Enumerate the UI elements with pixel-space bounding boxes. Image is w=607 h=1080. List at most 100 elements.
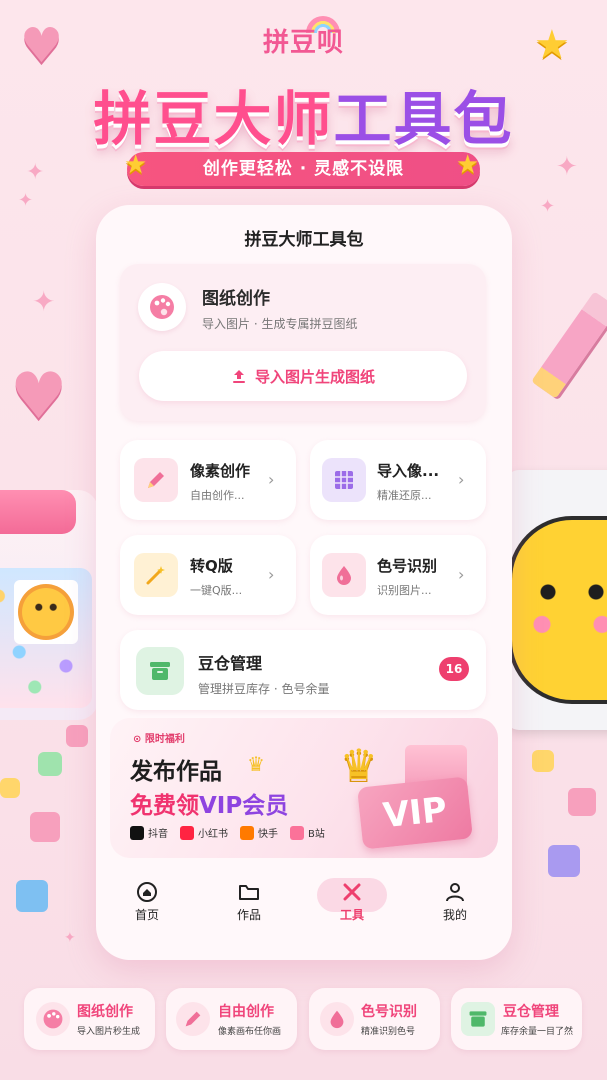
platform-label: B站 [308,829,325,840]
sparkle-icon: ✦ [540,196,556,217]
tile-title: 导入像... [377,462,440,480]
tab-works[interactable]: 作品 [214,878,284,940]
brand-logo: 拼豆呗 [262,28,344,58]
sparkle-icon: ✦ [64,930,76,946]
sparkle-icon: ✦ [556,152,578,182]
promo-offer-part: 免费领 [130,793,199,819]
xiaohongshu-icon [180,825,194,840]
star-icon: ★ [456,150,480,180]
bilibili-icon [290,825,304,840]
chevron-right-icon: › [458,565,465,584]
tile-subtitle: 精准还原... [377,489,432,502]
chevron-right-icon: › [458,470,465,489]
color-drop-icon [322,553,366,597]
page-title: 拼豆大师工具包 [0,72,607,156]
chick-bead-art [512,520,607,700]
tab-label: 作品 [236,908,261,922]
promo-offer: 免费领VIP会员 [130,786,288,820]
pencil-icon [176,1002,210,1036]
user-icon [420,878,490,906]
tile-title: 色号识别 [377,557,438,575]
feature-title: 豆仓管理 [503,1004,559,1020]
kuaishou-icon [240,825,254,840]
tools-icon [317,878,387,906]
smiley-bead-art [14,580,78,644]
tile-subtitle: 识别图片... [377,584,432,597]
palette-icon [138,283,186,331]
feature-title: 自由创作 [218,1004,274,1020]
platform-label: 小红书 [198,829,228,840]
storage-count-badge: 16 [439,657,469,681]
bead-cube-icon [30,812,60,842]
platform-label: 抖音 [148,829,168,840]
clock-icon: ⊙ [133,734,142,745]
tab-profile[interactable]: 我的 [420,878,490,940]
pencil-icon [134,458,178,502]
storage-box-icon [136,647,184,695]
gold-crown-icon: ♛ [340,740,378,789]
bead-cube-icon [548,845,580,877]
platform-label: 快手 [258,829,278,840]
platform-bilibili[interactable]: B站 [290,825,325,840]
pixel-heart-icon: ♥ [10,360,68,434]
poster-canvas: ♥ ♥ ★ ✦ ✦ ✦ ✦ ✦ ✦ 拼豆呗 拼豆大师工具包 创作更轻松 · 灵感… [0,0,607,1080]
platform-list: 抖音 小红书 快手 B站 [130,825,325,840]
bead-cube-icon [0,778,20,798]
feature-subtitle: 导入图片秒生成 [77,1027,141,1037]
star-icon: ★ [124,150,148,180]
home-icon [112,878,182,906]
bead-cube-icon [66,725,88,747]
tagline-banner: 创作更轻松 · 灵感不设限 [127,152,480,186]
storage-title: 豆仓管理 [198,654,263,673]
promo-tag-label: 限时福利 [144,734,185,745]
feature-subtitle: 库存余量一目了然 [501,1027,574,1037]
bead-jar-lid [0,490,76,534]
tile-subtitle: 自由创作... [190,489,245,502]
screen-title: 拼豆大师工具包 [244,230,364,250]
hero-title: 图纸创作 [202,289,270,309]
palette-icon [36,1002,70,1036]
folder-icon [214,878,284,906]
title-part-purple: 工具包 [333,85,514,153]
tab-label: 首页 [134,908,159,922]
crown-icon: ♛ [247,752,265,776]
import-image-button[interactable]: 导入图片生成图纸 [139,351,467,401]
tile-subtitle: 一键Q版... [190,584,243,597]
upload-icon [232,370,245,383]
tile-title: 转Q版 [190,557,233,575]
title-part-pink: 拼豆大师 [93,85,334,153]
tab-label: 我的 [442,908,467,922]
storage-box-icon [461,1002,495,1036]
douyin-icon [130,825,144,840]
grid-icon [322,458,366,502]
bead-cube-icon [568,788,596,816]
magic-wand-icon [134,553,178,597]
tab-label: 工具 [339,908,364,922]
feature-subtitle: 像素画布任你画 [218,1027,282,1037]
import-image-button-label: 导入图片生成图纸 [254,367,375,386]
platform-xiaohongshu[interactable]: 小红书 [180,825,228,840]
promo-tag: ⊙ 限时福利 [133,730,185,745]
bead-cube-icon [16,880,48,912]
chevron-right-icon: › [268,565,275,584]
sparkle-icon: ✦ [26,160,45,185]
platform-douyin[interactable]: 抖音 [130,825,168,840]
hero-subtitle: 导入图片 · 生成专属拼豆图纸 [202,317,358,331]
feature-title: 色号识别 [361,1004,417,1020]
bead-cube-icon [38,752,62,776]
promo-headline: 发布作品 [130,759,222,785]
feature-title: 图纸创作 [77,1004,133,1020]
tab-tools[interactable]: 工具 [317,878,387,940]
tile-title: 像素创作 [190,462,251,480]
storage-subtitle: 管理拼豆库存 · 色号余量 [198,682,330,696]
pixel-pencil-decoration [531,291,607,399]
color-drop-icon [320,1002,354,1036]
bead-cube-icon [532,750,554,772]
platform-kuaishou[interactable]: 快手 [240,825,278,840]
chevron-right-icon: › [268,470,275,489]
sparkle-icon: ✦ [18,190,34,211]
tab-home[interactable]: 首页 [112,878,182,940]
feature-subtitle: 精准识别色号 [361,1027,416,1037]
sparkle-icon: ✦ [32,285,56,318]
promo-offer-vip: VIP会员 [199,793,289,819]
